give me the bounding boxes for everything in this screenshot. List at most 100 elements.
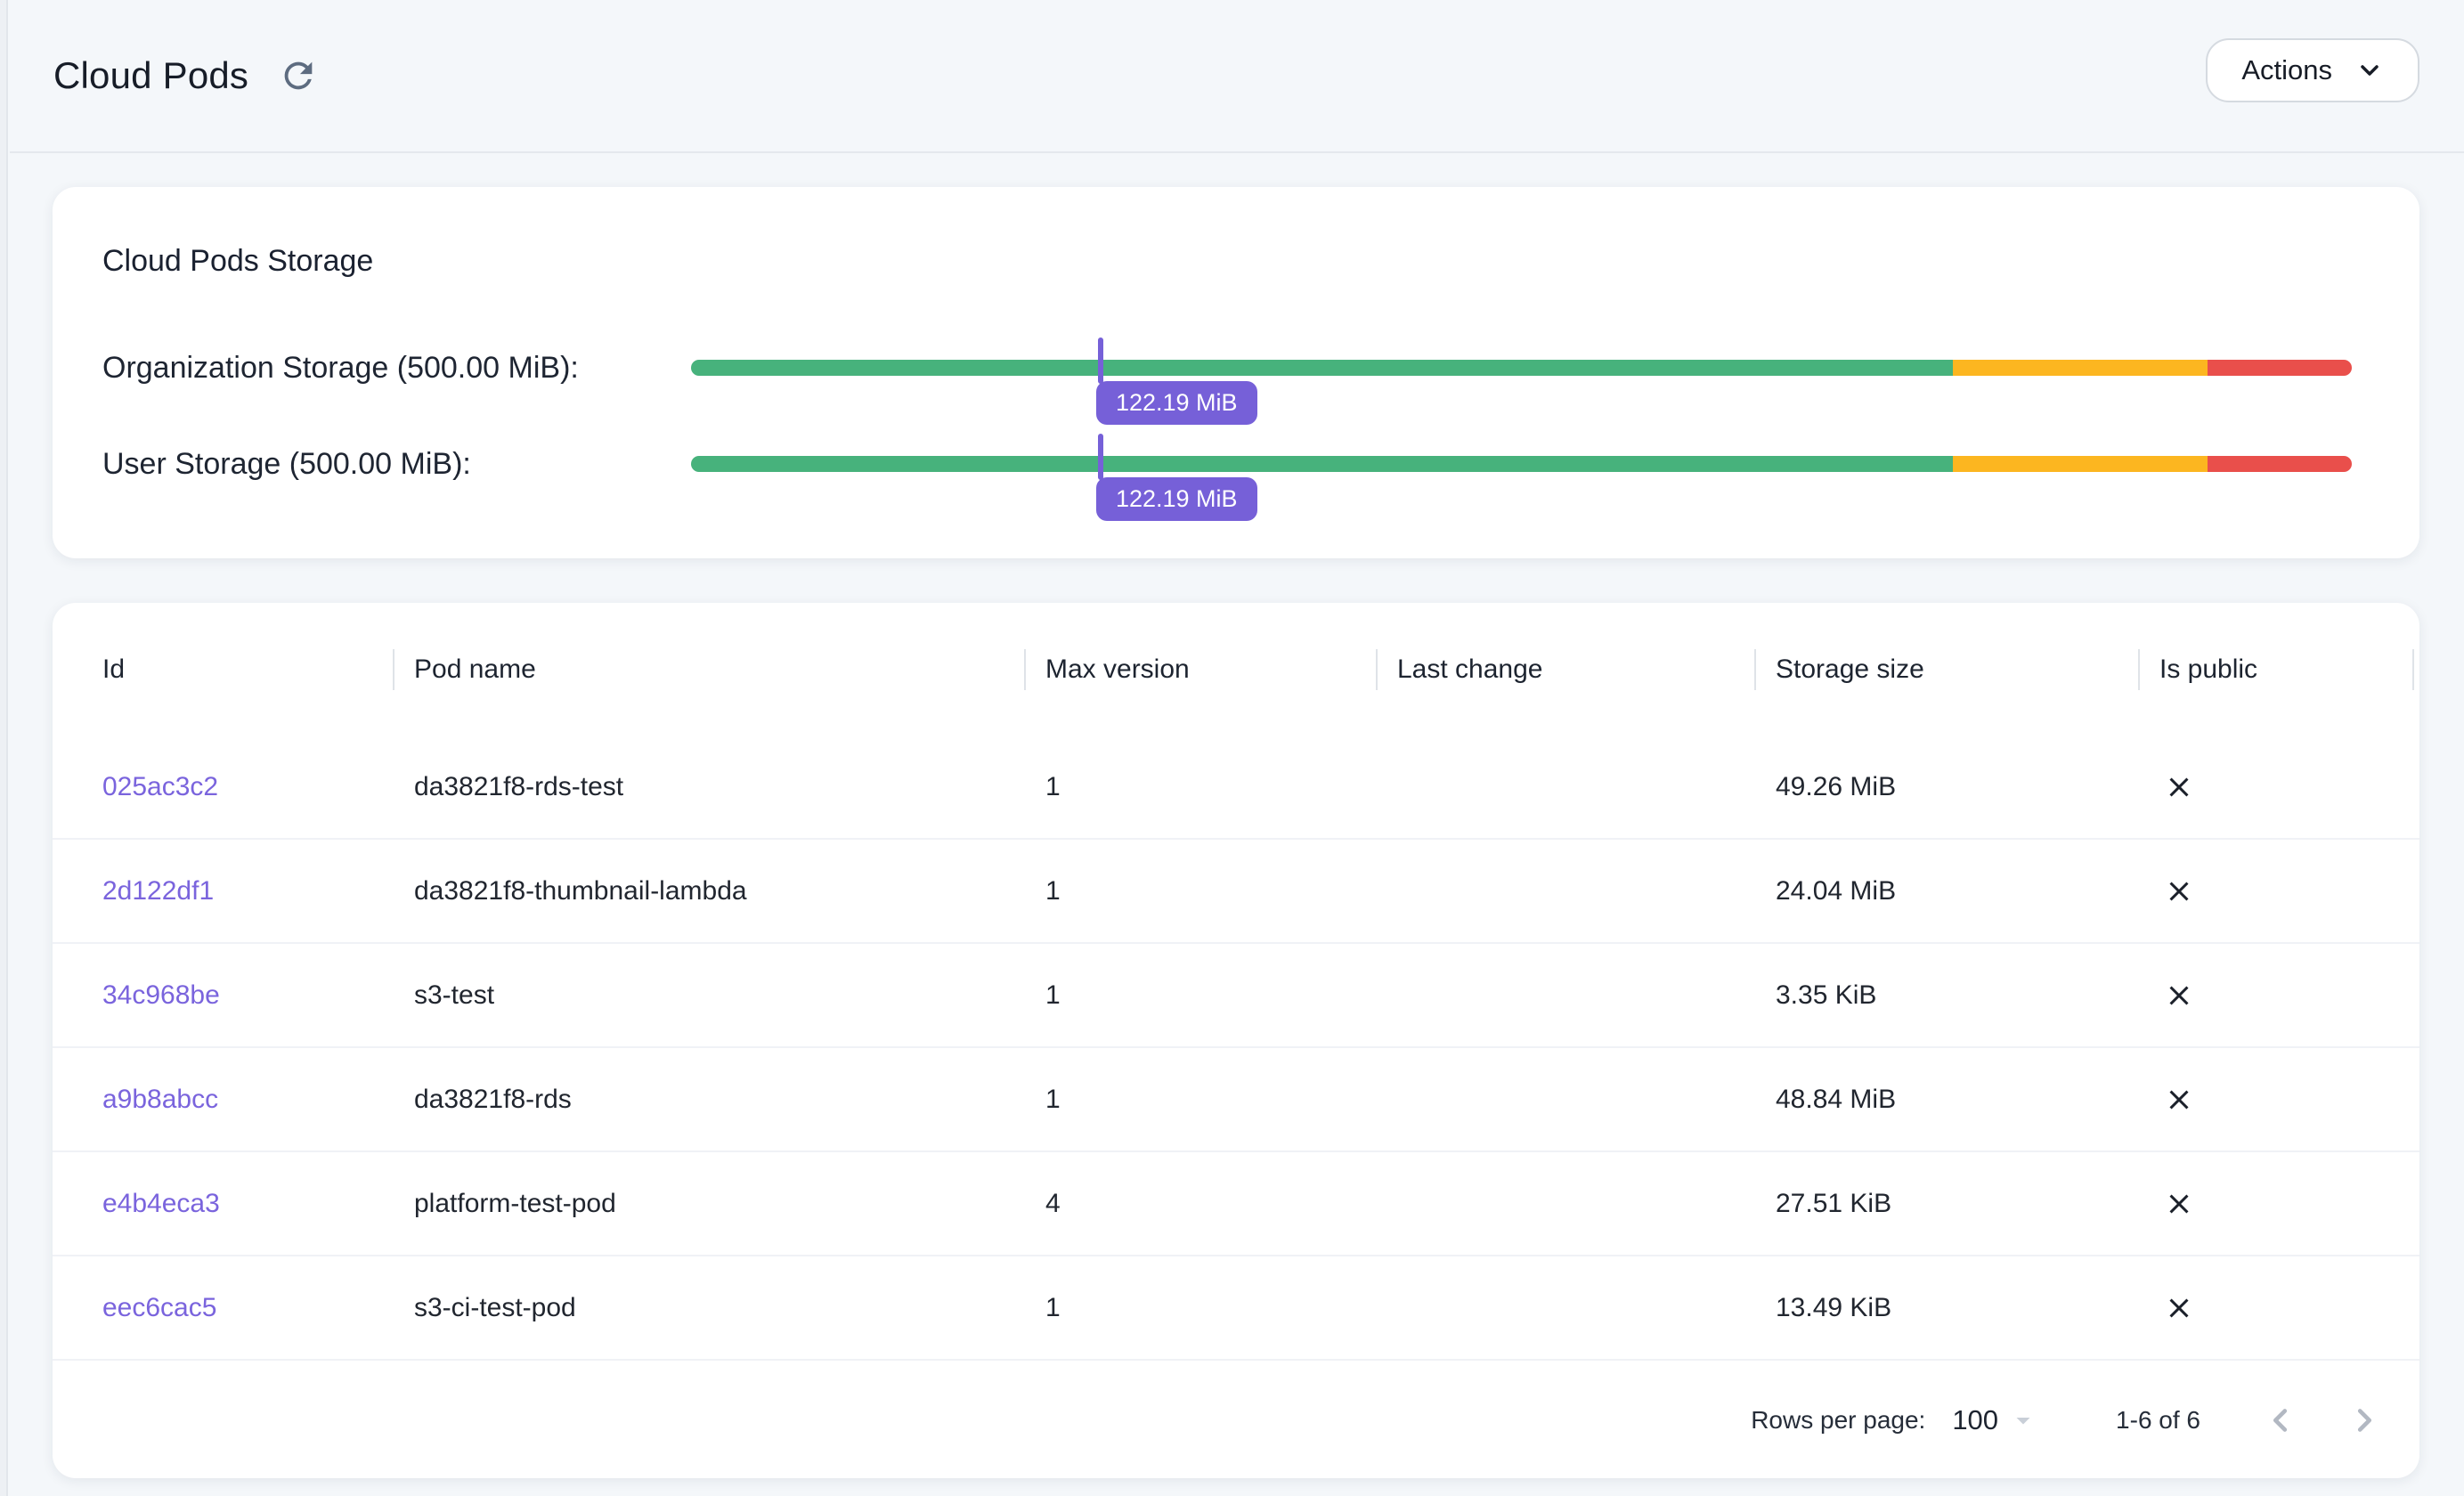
- last-change-cell: [1376, 944, 1754, 1046]
- rows-per-page-value: 100: [1952, 1404, 1998, 1436]
- pods-table-card: Id Pod name Max version Last change Stor…: [53, 603, 2419, 1478]
- last-change-cell: [1376, 1048, 1754, 1150]
- pod-id-cell: 34c968be: [53, 944, 393, 1046]
- column-header-pod-name[interactable]: Pod name: [393, 603, 1024, 736]
- gauge-yellow-segment: [1953, 456, 2207, 472]
- last-change-cell: [1376, 736, 1754, 838]
- pod-id-cell: eec6cac5: [53, 1256, 393, 1359]
- pod-id-link[interactable]: e4b4eca3: [102, 1189, 220, 1219]
- rows-per-page-select[interactable]: 100: [1952, 1404, 2039, 1436]
- gauge-red-segment: [2208, 456, 2352, 472]
- max-version-cell: 1: [1024, 840, 1376, 942]
- gauge-yellow-segment: [1953, 360, 2207, 376]
- is-public-cell: [2138, 736, 2419, 838]
- gauge-green-segment: [691, 456, 1953, 472]
- organization-storage-row: Organization Storage (500.00 MiB): 122.1…: [102, 344, 2370, 392]
- close-icon: [2163, 875, 2195, 907]
- actions-button-label: Actions: [2241, 54, 2332, 86]
- pagination-range-label: 1-6 of 6: [2116, 1406, 2200, 1435]
- chevron-down-icon: [2355, 56, 2384, 85]
- pod-id-cell: 025ac3c2: [53, 736, 393, 838]
- pod-id-link[interactable]: 2d122df1: [102, 876, 214, 907]
- table-row[interactable]: 34c968be s3-test 1 3.35 KiB: [53, 944, 2419, 1048]
- column-header-id[interactable]: Id: [53, 603, 393, 736]
- max-version-cell: 1: [1024, 1048, 1376, 1150]
- last-change-cell: [1376, 840, 1754, 942]
- storage-size-cell: 3.35 KiB: [1754, 944, 2138, 1046]
- column-header-last-change[interactable]: Last change: [1376, 603, 1754, 736]
- table-row[interactable]: eec6cac5 s3-ci-test-pod 1 13.49 KiB: [53, 1256, 2419, 1361]
- pod-id-link[interactable]: a9b8abcc: [102, 1085, 218, 1115]
- max-version-cell: 1: [1024, 1256, 1376, 1359]
- storage-size-cell: 49.26 MiB: [1754, 736, 2138, 838]
- chevron-left-icon: [2260, 1400, 2301, 1441]
- close-icon: [2163, 1188, 2195, 1220]
- storage-size-cell: 27.51 KiB: [1754, 1152, 2138, 1255]
- storage-card-title: Cloud Pods Storage: [102, 187, 2370, 280]
- organization-storage-label: Organization Storage (500.00 MiB):: [102, 351, 691, 386]
- pod-name-cell: da3821f8-rds: [393, 1048, 1024, 1150]
- pod-name-cell: platform-test-pod: [393, 1152, 1024, 1255]
- is-public-cell: [2138, 1152, 2419, 1255]
- user-storage-bar: 122.19 MiB: [691, 440, 2370, 488]
- organization-storage-bar: 122.19 MiB: [691, 344, 2370, 392]
- is-public-cell: [2138, 840, 2419, 942]
- storage-gauge: [691, 360, 2352, 376]
- pod-name-cell: s3-ci-test-pod: [393, 1256, 1024, 1359]
- table-row[interactable]: 2d122df1 da3821f8-thumbnail-lambda 1 24.…: [53, 840, 2419, 944]
- gauge-green-segment: [691, 360, 1953, 376]
- rows-per-page-label: Rows per page:: [1751, 1406, 1925, 1435]
- refresh-button[interactable]: [275, 53, 321, 99]
- storage-card: Cloud Pods Storage Organization Storage …: [53, 187, 2419, 558]
- close-icon: [2163, 1292, 2195, 1324]
- usage-badge: 122.19 MiB: [1096, 381, 1257, 425]
- pod-id-link[interactable]: 34c968be: [102, 980, 220, 1011]
- column-header-max-version[interactable]: Max version: [1024, 603, 1376, 736]
- page-header: Cloud Pods Actions: [10, 0, 2464, 153]
- max-version-cell: 4: [1024, 1152, 1376, 1255]
- chevron-right-icon: [2344, 1400, 2385, 1441]
- close-icon: [2163, 1084, 2195, 1116]
- user-storage-label: User Storage (500.00 MiB):: [102, 447, 691, 482]
- last-change-cell: [1376, 1256, 1754, 1359]
- pod-name-cell: da3821f8-rds-test: [393, 736, 1024, 838]
- pod-name-cell: da3821f8-thumbnail-lambda: [393, 840, 1024, 942]
- close-icon: [2163, 980, 2195, 1012]
- usage-marker: [1098, 337, 1103, 384]
- table-row[interactable]: 025ac3c2 da3821f8-rds-test 1 49.26 MiB: [53, 736, 2419, 840]
- refresh-icon: [278, 55, 319, 96]
- pod-id-cell: e4b4eca3: [53, 1152, 393, 1255]
- column-header-storage-size[interactable]: Storage size: [1754, 603, 2138, 736]
- usage-marker: [1098, 434, 1103, 480]
- table-row[interactable]: a9b8abcc da3821f8-rds 1 48.84 MiB: [53, 1048, 2419, 1152]
- usage-badge: 122.19 MiB: [1096, 477, 1257, 521]
- storage-size-cell: 13.49 KiB: [1754, 1256, 2138, 1359]
- last-change-cell: [1376, 1152, 1754, 1255]
- gauge-red-segment: [2208, 360, 2352, 376]
- table-body: 025ac3c2 da3821f8-rds-test 1 49.26 MiB 2…: [53, 736, 2419, 1361]
- pod-id-cell: 2d122df1: [53, 840, 393, 942]
- pod-name-cell: s3-test: [393, 944, 1024, 1046]
- pod-id-link[interactable]: 025ac3c2: [102, 772, 218, 802]
- table-pagination: Rows per page: 100 1-6 of 6: [53, 1362, 2419, 1478]
- is-public-cell: [2138, 944, 2419, 1046]
- storage-gauge: [691, 456, 2352, 472]
- actions-button[interactable]: Actions: [2206, 38, 2419, 102]
- max-version-cell: 1: [1024, 944, 1376, 1046]
- user-storage-row: User Storage (500.00 MiB): 122.19 MiB: [102, 440, 2370, 488]
- close-icon: [2163, 771, 2195, 803]
- is-public-cell: [2138, 1256, 2419, 1359]
- pod-id-cell: a9b8abcc: [53, 1048, 393, 1150]
- table-header-row: Id Pod name Max version Last change Stor…: [53, 603, 2419, 736]
- previous-page-button[interactable]: [2256, 1395, 2305, 1445]
- next-page-button[interactable]: [2339, 1395, 2389, 1445]
- left-edge-strip: [0, 0, 8, 1496]
- storage-size-cell: 48.84 MiB: [1754, 1048, 2138, 1150]
- table-row[interactable]: e4b4eca3 platform-test-pod 4 27.51 KiB: [53, 1152, 2419, 1256]
- pod-id-link[interactable]: eec6cac5: [102, 1293, 216, 1323]
- storage-size-cell: 24.04 MiB: [1754, 840, 2138, 942]
- column-header-is-public[interactable]: Is public: [2138, 603, 2419, 736]
- is-public-cell: [2138, 1048, 2419, 1150]
- dropdown-caret-icon: [2007, 1404, 2039, 1436]
- max-version-cell: 1: [1024, 736, 1376, 838]
